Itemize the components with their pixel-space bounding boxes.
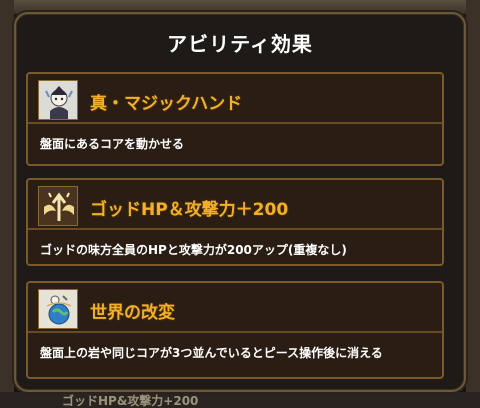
ability-card-header: 世界の改変 [28, 283, 442, 333]
ability-card: 真・マジックハンド 盤面にあるコアを動かせる [26, 72, 444, 166]
ability-card: 世界の改変 盤面上の岩や同じコアが3つ並んでいるとピース操作後に消える [26, 281, 444, 379]
ability-name: ゴッドHP＆攻撃力＋200 [90, 200, 289, 220]
ability-card: ゴッドHP＆攻撃力＋200 ゴッドの味方全員のHPと攻撃力が200アップ(重複な… [26, 178, 444, 266]
ability-card-header: 真・マジックハンド [28, 74, 442, 124]
background-peek-text: ゴッドHP&攻撃力+200 [62, 394, 199, 408]
world-alter-icon [38, 289, 78, 329]
background-left-edge [0, 0, 14, 408]
ability-description: 盤面にあるコアを動かせる [40, 137, 185, 151]
ability-card-header: ゴッドHP＆攻撃力＋200 [28, 180, 442, 230]
modal-title: アビリティ効果 [167, 32, 313, 56]
ability-description: 盤面上の岩や同じコアが3つ並んでいるとピース操作後に消える [40, 346, 383, 360]
background-right-edge [466, 0, 480, 408]
ability-description: ゴッドの味方全員のHPと攻撃力が200アップ(重複なし) [40, 243, 347, 257]
ability-name: 真・マジックハンド [90, 94, 243, 114]
background-bottom-bar: ゴッドHP&攻撃力+200 [0, 392, 480, 408]
stat-boost-icon [38, 186, 78, 226]
magic-hand-icon [38, 80, 78, 120]
ability-name: 世界の改変 [90, 303, 175, 323]
